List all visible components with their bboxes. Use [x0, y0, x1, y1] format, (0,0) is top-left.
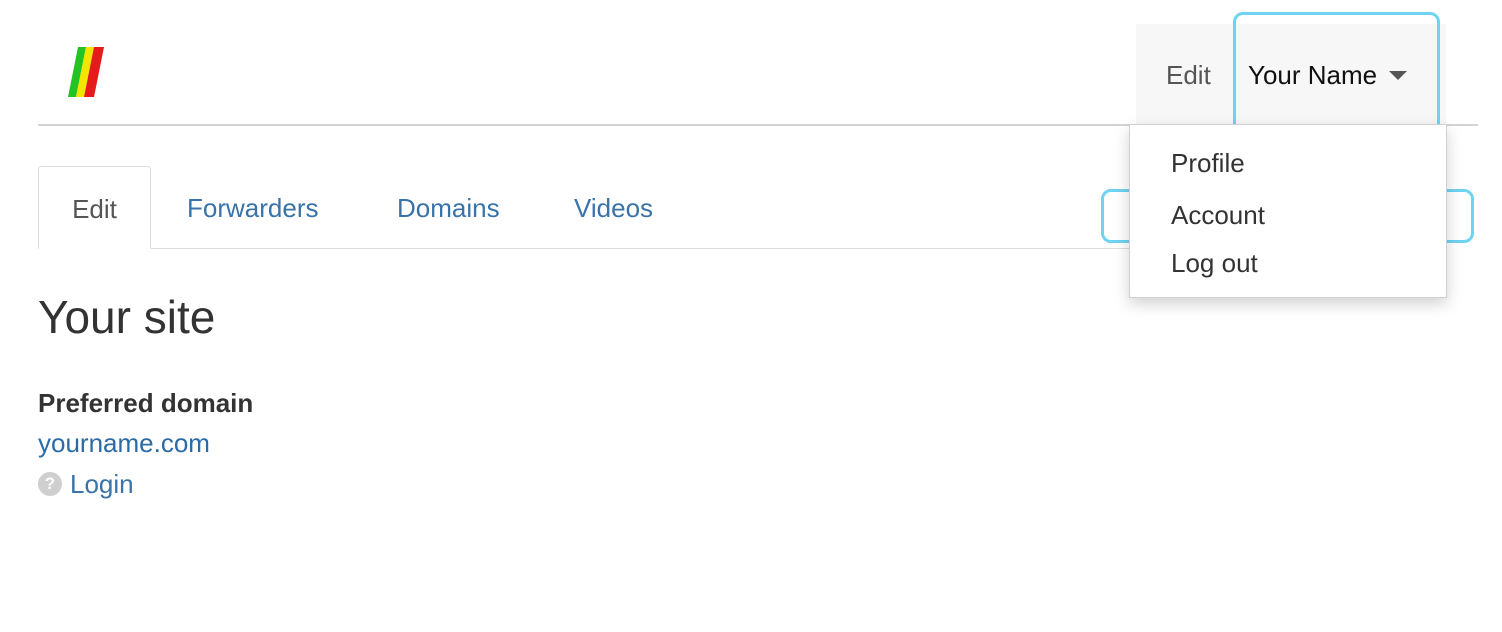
top-nav: Edit Your Name	[1136, 24, 1446, 124]
page-title: Your site	[38, 291, 216, 343]
menu-item-profile[interactable]: Profile	[1171, 148, 1245, 179]
user-dropdown-menu: Profile Account Log out	[1129, 124, 1447, 298]
user-menu-toggle[interactable]: Your Name	[1248, 60, 1408, 91]
menu-item-account[interactable]: Account	[1171, 200, 1265, 231]
tabs-divider	[38, 248, 1130, 249]
user-name-label: Your Name	[1248, 60, 1378, 90]
caret-down-icon	[1389, 70, 1408, 80]
tab-videos[interactable]: Videos	[574, 166, 653, 248]
tab-forwarders[interactable]: Forwarders	[187, 166, 318, 248]
preferred-domain-label: Preferred domain	[38, 388, 254, 418]
top-nav-edit-link[interactable]: Edit	[1166, 60, 1211, 91]
tab-edit[interactable]: Edit	[38, 166, 151, 249]
menu-item-log-out[interactable]: Log out	[1171, 248, 1258, 279]
question-circle-icon[interactable]: ?	[38, 472, 62, 496]
page: Edit Your Name Profile Account Log out E…	[0, 0, 1502, 632]
striped-logo-icon[interactable]	[66, 47, 108, 97]
tab-domains[interactable]: Domains	[397, 166, 500, 248]
login-link[interactable]: Login	[70, 469, 134, 500]
preferred-domain-link[interactable]: yourname.com	[38, 428, 210, 459]
login-row: ? Login	[38, 468, 134, 500]
